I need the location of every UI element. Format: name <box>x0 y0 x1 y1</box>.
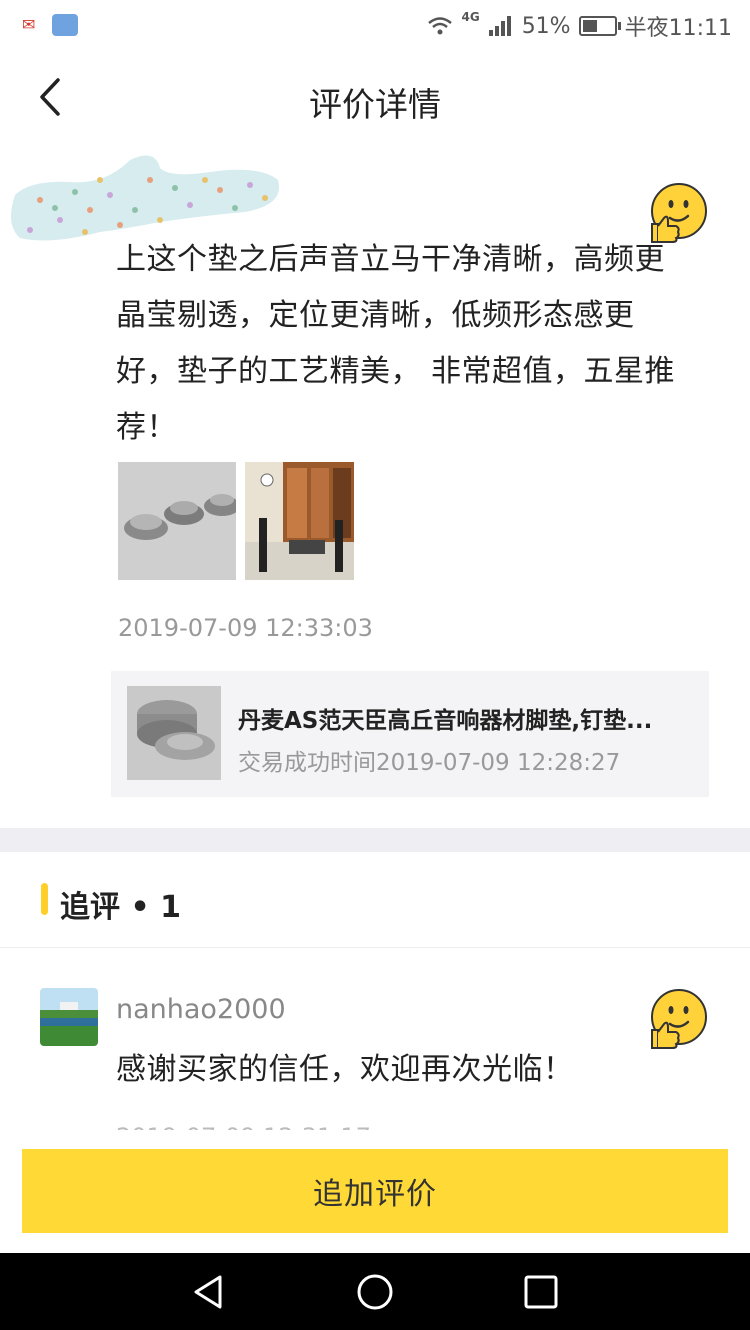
recent-apps-square-icon[interactable] <box>520 1271 562 1313</box>
add-review-button[interactable]: 追加评价 <box>22 1149 728 1233</box>
followup-time: 2019-07-09 12:31:17 <box>116 1120 371 1130</box>
status-right: 4G 51% 半夜11:11 <box>427 10 732 42</box>
battery-icon <box>578 16 621 36</box>
mail-icon: ✉ <box>22 15 36 34</box>
clock: 半夜11:11 <box>624 16 732 41</box>
nav-bar: 评价详情 <box>0 52 750 144</box>
seller-name: nanhao2000 <box>116 994 286 1025</box>
section-divider <box>0 828 750 852</box>
seller-reply: 感谢买家的信任，欢迎再次光临！ <box>116 1052 574 1087</box>
system-nav-bar <box>0 1253 750 1330</box>
status-bar: ✉ 4G 51% 半夜11:11 <box>0 0 750 52</box>
avatar[interactable] <box>40 988 98 1046</box>
product-trade-time: 交易成功时间2019-07-09 12:28:27 <box>238 750 621 776</box>
product-name: 丹麦AS范天臣高丘音响器材脚垫,钉垫... <box>238 708 653 734</box>
reviewer-identity-redacted <box>11 155 280 241</box>
signal-icon <box>488 16 511 36</box>
review-photos <box>118 462 354 580</box>
app-notification-icon <box>52 14 78 36</box>
back-triangle-icon[interactable] <box>188 1271 230 1313</box>
audio-room-photo[interactable] <box>245 462 354 580</box>
review-time: 2019-07-09 12:33:03 <box>118 614 373 642</box>
thumbs-up-emoji-icon <box>651 989 707 1049</box>
product-card[interactable]: 丹麦AS范天臣高丘音响器材脚垫,钉垫... 交易成功时间2019-07-09 1… <box>111 671 709 797</box>
page-title: 评价详情 <box>309 85 441 124</box>
followup-title: 追评 • 1 <box>60 890 181 925</box>
review-text: 上这个垫之后声音立马干净清晰，高频更晶莹剔透，定位更清晰，低频形态感更好，垫子的… <box>116 242 676 445</box>
product-thumbnail <box>127 686 221 780</box>
battery-percent: 51% <box>521 13 571 39</box>
status-left-icons: ✉ <box>22 14 78 36</box>
followup-header: 追评 • 1 <box>0 852 750 948</box>
home-circle-icon[interactable] <box>354 1271 396 1313</box>
network-type: 4G <box>461 10 480 24</box>
accent-bar <box>41 883 48 915</box>
metal-feet-photo[interactable] <box>118 462 236 580</box>
wifi-icon <box>428 17 453 35</box>
